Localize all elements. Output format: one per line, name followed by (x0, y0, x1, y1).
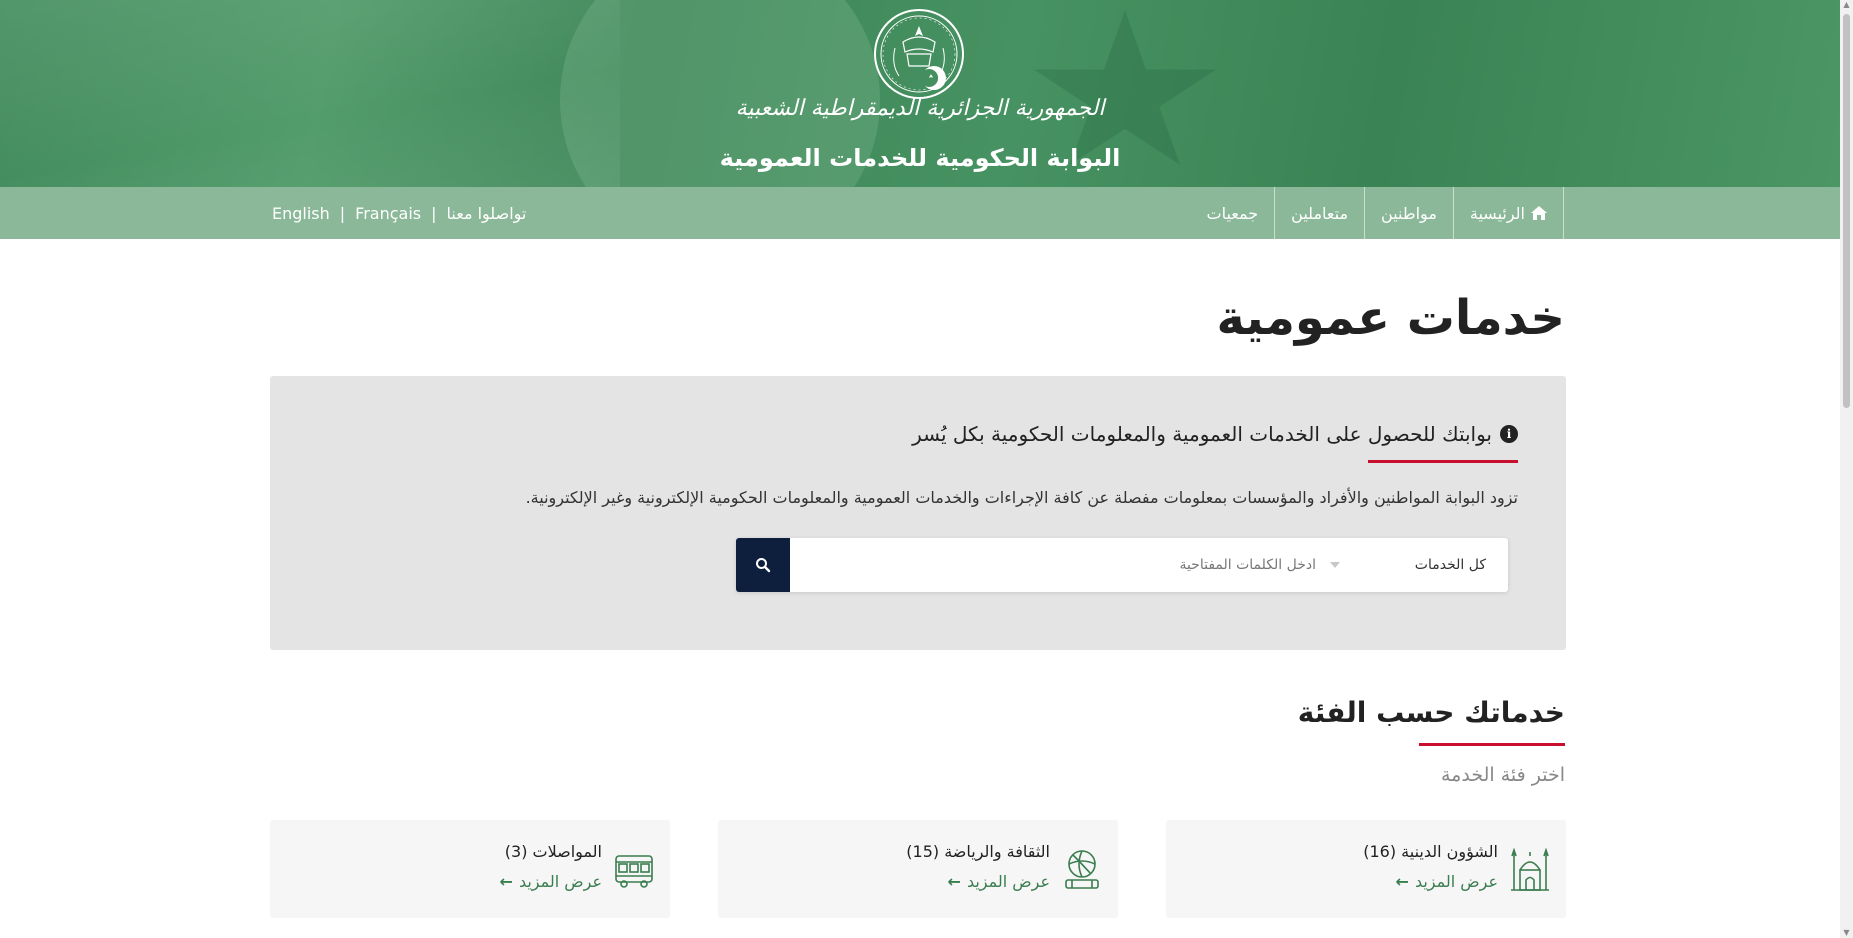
search-icon (756, 558, 771, 573)
nav-utility-links: English | Français | تواصلوا معنا (272, 187, 526, 239)
category-select-value: كل الخدمات (1414, 557, 1486, 573)
nav-item-associations[interactable]: جمعيات (1191, 187, 1275, 239)
header-banner: الجمهورية الجزائرية الديمقراطية الشعبية … (0, 0, 1840, 187)
main-navbar: الرئيسية مواطنين متعاملين جمعيات English… (0, 187, 1840, 239)
categories-section-subtitle: اختر فئة الخدمة (1441, 764, 1565, 786)
scroll-up-icon[interactable]: ▲ (1842, 0, 1851, 10)
show-more-label: عرض المزيد (1414, 872, 1498, 891)
contact-us-link[interactable]: تواصلوا معنا (447, 204, 527, 223)
nav-item-associations-label: جمعيات (1206, 203, 1259, 223)
separator: | (339, 203, 346, 223)
arrow-left-icon: ← (947, 872, 961, 891)
language-french-link[interactable]: Français (355, 204, 421, 223)
categories-title-underline (1419, 743, 1565, 746)
bus-icon (615, 855, 653, 888)
nav-item-citizens[interactable]: مواطنين (1364, 187, 1453, 239)
republic-name: الجمهورية الجزائرية الديمقراطية الشعبية (735, 96, 1105, 121)
show-more-label: عرض المزيد (518, 872, 602, 891)
info-heading: i بوابتك للحصول على الخدمات العمومية وال… (912, 422, 1518, 446)
nav-item-businesses-label: متعاملين (1291, 203, 1349, 223)
info-heading-underline (1368, 460, 1518, 463)
category-card-culture-sports[interactable]: الثقافة والرياضة (15) عرض المزيد ← (718, 820, 1118, 918)
category-select[interactable]: كل الخدمات (1318, 538, 1508, 592)
category-card-title: الثقافة والرياضة (15) (906, 842, 1050, 861)
page-scrollbar[interactable]: ▲ ▼ (1840, 0, 1853, 938)
portal-name[interactable]: البوابة الحكومية للخدمات العمومية (0, 144, 1840, 172)
nav-item-businesses[interactable]: متعاملين (1274, 187, 1364, 239)
show-more-link[interactable]: عرض المزيد ← (948, 872, 1050, 891)
category-card-transport[interactable]: المواصلات (3) عرض المزيد ← (270, 820, 670, 918)
info-description: تزود البوابة المواطنين والأفراد والمؤسسا… (525, 488, 1518, 507)
info-heading-text: بوابتك للحصول على الخدمات العمومية والمع… (912, 422, 1492, 446)
arrow-left-icon: ← (1395, 872, 1409, 891)
category-card-title: المواصلات (3) (504, 842, 602, 861)
algeria-seal-icon[interactable] (873, 8, 965, 100)
category-card-religious-affairs[interactable]: الشؤون الدينية (16) عرض المزيد ← (1166, 820, 1566, 918)
search-bar: كل الخدمات (736, 538, 1508, 592)
show-more-link[interactable]: عرض المزيد ← (1396, 872, 1498, 891)
category-cards: الشؤون الدينية (16) عرض المزيد ← الثقافة… (270, 820, 1566, 918)
page-title: خدمات عمومية (1216, 290, 1566, 346)
mosque-icon (1511, 847, 1549, 891)
separator: | (431, 203, 437, 223)
show-more-label: عرض المزيد (966, 872, 1050, 891)
nav-item-citizens-label: مواطنين (1381, 203, 1437, 223)
home-icon (1531, 206, 1547, 220)
category-card-title: الشؤون الدينية (16) (1363, 842, 1498, 861)
search-button[interactable] (736, 538, 790, 592)
search-input[interactable] (796, 546, 1316, 584)
show-more-link[interactable]: عرض المزيد ← (500, 872, 602, 891)
categories-section-title: خدماتك حسب الفئة (1297, 696, 1565, 729)
arrow-left-icon: ← (499, 872, 513, 891)
scroll-down-icon[interactable]: ▼ (1842, 928, 1851, 938)
info-icon: i (1500, 425, 1518, 443)
scrollbar-thumb[interactable] (1843, 14, 1850, 408)
nav-menu: الرئيسية مواطنين متعاملين جمعيات (1191, 187, 1564, 239)
nav-item-home[interactable]: الرئيسية (1452, 187, 1564, 239)
info-box: i بوابتك للحصول على الخدمات العمومية وال… (270, 376, 1566, 650)
sports-ball-icon (1065, 850, 1099, 889)
chevron-down-icon (1330, 562, 1340, 568)
nav-item-home-label: الرئيسية (1469, 203, 1525, 223)
language-english-link[interactable]: English (272, 204, 330, 223)
